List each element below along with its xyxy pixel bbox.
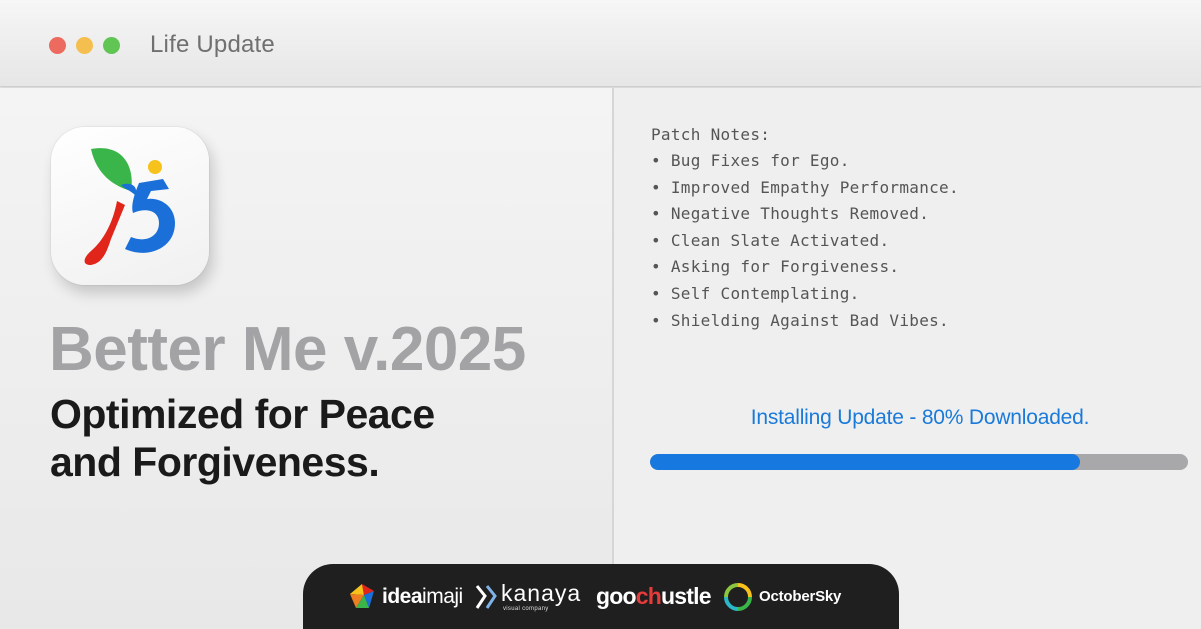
kanaya-subtitle: visual company: [503, 606, 549, 612]
goochustle-logo: goochustle: [596, 564, 711, 629]
goochustle-wordmark: goochustle: [596, 583, 711, 609]
ios15-logo-icon: [84, 148, 175, 265]
close-button[interactable]: [49, 37, 66, 54]
window-titlebar: Life Update: [0, 0, 1201, 87]
patch-notes-list: Bug Fixes for Ego. Improved Empathy Perf…: [651, 151, 959, 337]
app-name: Better Me v.2025: [49, 315, 526, 384]
ideaimaji-logo: ideaimaji: [347, 564, 463, 629]
app-icon: [51, 127, 209, 285]
patch-note-item: Bug Fixes for Ego.: [651, 151, 959, 178]
kanaya-logo: kanaya visual company: [475, 564, 581, 629]
patch-notes-heading: Patch Notes:: [651, 125, 771, 144]
tagline-line: Optimized for Peace: [50, 391, 435, 437]
minimize-button[interactable]: [76, 37, 93, 54]
patch-note-item: Self Contemplating.: [651, 284, 959, 311]
ideaimaji-wordmark: ideaimaji: [382, 584, 463, 608]
patch-note-item: Clean Slate Activated.: [651, 231, 959, 258]
sponsor-bar: ideaimaji kanaya visual company goochust…: [303, 564, 899, 629]
patch-note-item: Asking for Forgiveness.: [651, 257, 959, 284]
octobersky-mark-icon: [724, 582, 752, 611]
kanaya-mark-icon: [475, 584, 497, 609]
patch-note-item: Shielding Against Bad Vibes.: [651, 311, 959, 338]
install-status: Installing Update - 80% Downloaded.: [750, 406, 1090, 429]
download-progress-fill: [650, 454, 1081, 470]
octobersky-wordmark: OctoberSky: [759, 588, 842, 605]
zoom-button[interactable]: [103, 37, 120, 54]
tagline-line: and Forgiveness.: [50, 439, 380, 485]
download-progress-bar: [650, 454, 1188, 470]
octobersky-logo: OctoberSky: [723, 564, 841, 629]
ideaimaji-mark-icon: [350, 583, 374, 608]
app-tagline: Optimized for Peace and Forgiveness.: [50, 390, 570, 486]
kanaya-wordmark: kanaya: [501, 580, 582, 606]
window-title: Life Update: [150, 31, 275, 58]
patch-note-item: Improved Empathy Performance.: [651, 178, 959, 205]
patch-note-item: Negative Thoughts Removed.: [651, 204, 959, 231]
